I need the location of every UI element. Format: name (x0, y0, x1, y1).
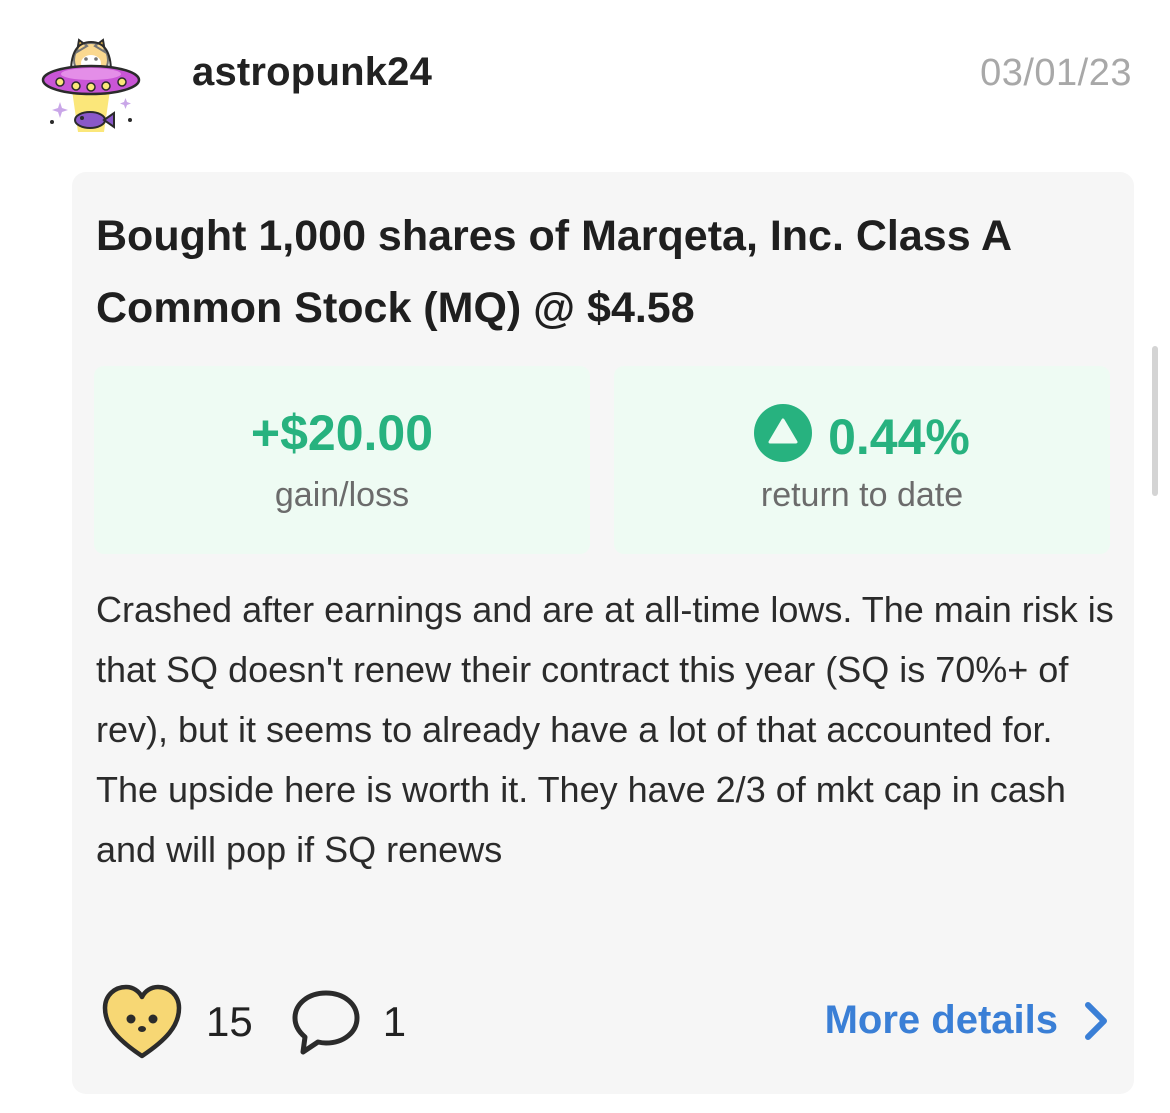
more-details-label: More details (824, 998, 1058, 1042)
scrollbar[interactable] (1152, 346, 1158, 496)
return-value-row: 0.44% (614, 404, 1110, 466)
avatar[interactable] (38, 30, 144, 136)
speech-bubble-icon[interactable] (289, 985, 363, 1059)
gain-loss-label: gain/loss (274, 476, 410, 514)
username[interactable]: astropunk24 (192, 50, 432, 95)
more-details-link[interactable]: More details (825, 998, 1110, 1043)
return-label: return to date (760, 476, 964, 514)
post-date: 03/01/23 (980, 52, 1132, 94)
comments-count: 1 (382, 998, 407, 1045)
ufo-cat-avatar-icon (41, 38, 141, 132)
triangle-up-icon (754, 404, 813, 462)
chevron-right-icon (1085, 1001, 1107, 1040)
trade-note: Crashed after earnings and are at all-ti… (96, 589, 1114, 870)
heart-face-icon[interactable] (100, 982, 184, 1062)
trade-title: Bought 1,000 shares of Marqeta, Inc. Cla… (96, 212, 1011, 332)
likes-count: 15 (206, 998, 253, 1045)
post-actions: 15 1 (100, 982, 406, 1062)
trade-card[interactable]: Bought 1,000 shares of Marqeta, Inc. Cla… (72, 172, 1134, 1094)
return-value: 0.44% (828, 409, 970, 465)
gain-loss-value: +$20.00 (250, 405, 434, 461)
return-stat: 0.44% return to date (614, 366, 1110, 554)
gain-loss-stat: +$20.00 gain/loss (94, 366, 590, 554)
